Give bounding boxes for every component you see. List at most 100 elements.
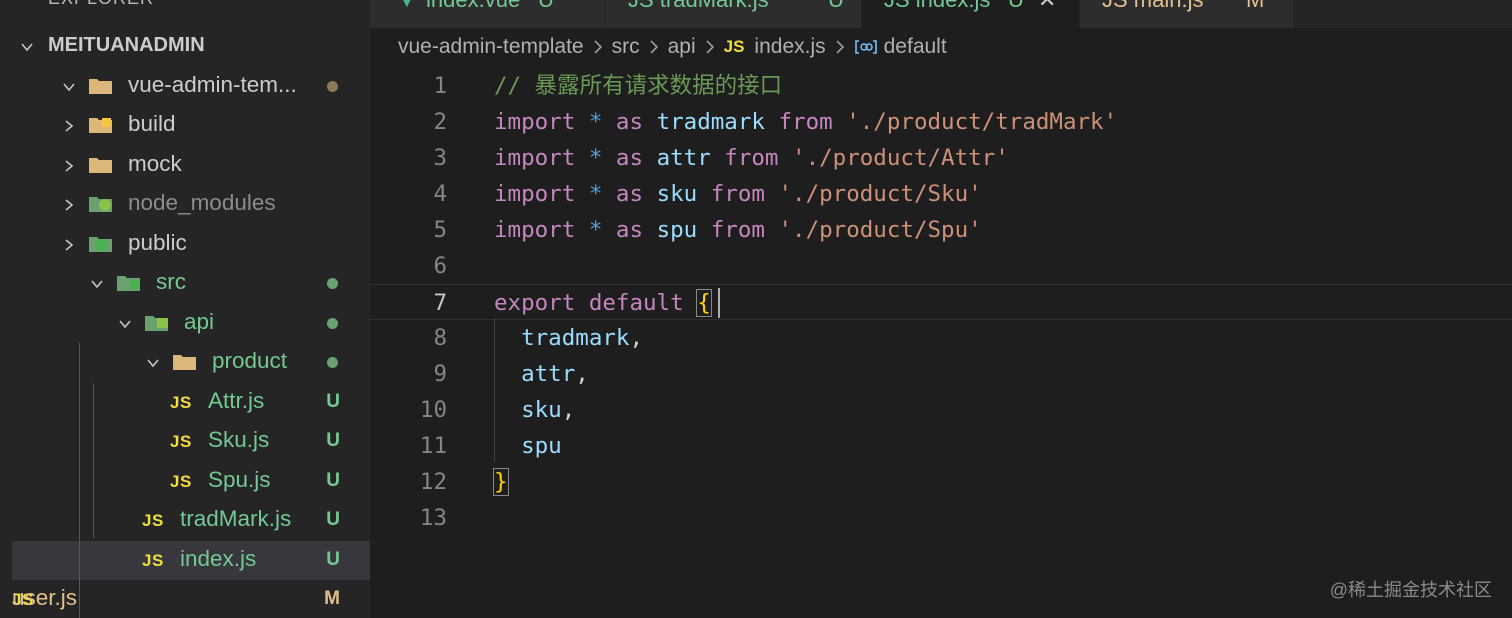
code-editor[interactable]: 1 // 暴露所有请求数据的接口 2 import * as tradmark fro… <box>370 66 1512 618</box>
code-token: spu <box>656 217 698 243</box>
code-text: sku, <box>494 392 575 428</box>
folder-build-icon <box>88 114 114 136</box>
tree-item-mock[interactable]: mock <box>12 146 370 185</box>
chevron-down-icon <box>20 40 34 54</box>
code-token: './product/Spu' <box>778 217 982 243</box>
code-token: from <box>710 217 765 243</box>
chevron-right-icon <box>648 38 660 56</box>
breadcrumb-file[interactable]: index.js <box>754 35 825 59</box>
code-line[interactable]: 7 export default { <box>370 284 1512 320</box>
code-line[interactable]: 3 import * as attr from './product/Attr' <box>370 140 1512 176</box>
code-line[interactable]: 5 import * as spu from './product/Spu' <box>370 212 1512 248</box>
breadcrumb-item[interactable]: src <box>612 35 640 59</box>
tab-index-vue[interactable]: ▼ index.vue U <box>370 0 606 28</box>
tree-item-build[interactable]: build <box>12 106 370 145</box>
chevron-down-icon <box>118 317 132 331</box>
code-token: * <box>588 217 603 243</box>
breadcrumb-item[interactable]: api <box>668 35 696 59</box>
tree-item-src[interactable]: src <box>12 264 370 303</box>
tab-status: M <box>1246 0 1264 13</box>
js-file-icon: JS <box>142 511 164 530</box>
tree-item-label: vue-admin-tem... <box>128 71 297 97</box>
git-status-badge: U <box>326 430 340 451</box>
tree-item-label: Attr.js <box>208 387 265 413</box>
chevron-right-icon <box>62 119 76 133</box>
tree-item-node-modules[interactable]: node_modules <box>12 185 370 224</box>
code-line[interactable]: 4 import * as sku from './product/Sku' <box>370 176 1512 212</box>
code-token: , <box>575 361 589 387</box>
tree-item-label: Spu.js <box>208 466 271 492</box>
code-text: attr, <box>494 356 589 392</box>
code-text: // 暴露所有请求数据的接口 <box>494 68 782 104</box>
tab-status: U <box>1008 0 1024 13</box>
code-line[interactable]: 12} <box>370 464 1512 500</box>
code-token: tradmark <box>521 325 630 351</box>
code-line[interactable]: 10 sku, <box>370 392 1512 428</box>
explorer-header: EXPLORER <box>48 0 154 8</box>
close-icon[interactable]: ✕ <box>1038 0 1056 13</box>
js-file-icon: JS <box>723 37 745 56</box>
tab-index-js[interactable]: JS index.js U ✕ <box>862 0 1080 28</box>
chevron-down-icon <box>62 80 76 94</box>
line-number: 10 <box>419 397 447 423</box>
chevron-right-icon <box>834 38 846 56</box>
tree-item-attr-js[interactable]: JS Attr.js U <box>12 383 370 422</box>
folder-node-icon <box>88 193 114 215</box>
code-token: attr <box>656 145 711 171</box>
code-line[interactable]: 9 attr, <box>370 356 1512 392</box>
code-line[interactable]: 6 <box>370 248 1512 284</box>
tree-item-label: product <box>212 348 288 373</box>
tree-item-label: tradMark.js <box>180 506 292 531</box>
tree-item-index-js[interactable]: JS index.js U <box>12 540 370 580</box>
tree-item-api[interactable]: api <box>12 304 370 343</box>
tree-item-label: api <box>184 308 215 334</box>
tree-item-product[interactable]: product <box>12 343 370 382</box>
code-token: import <box>494 181 576 207</box>
code-text: import * as sku from './product/Sku' <box>494 176 982 212</box>
tree-indent-guide <box>93 383 94 538</box>
changes-dot-icon <box>327 80 338 92</box>
breadcrumb-symbol[interactable]: default <box>884 35 947 59</box>
line-number: 9 <box>433 361 447 387</box>
tree-item-label: Sku.js <box>208 427 270 452</box>
code-line[interactable]: 1 // 暴露所有请求数据的接口 <box>370 68 1512 104</box>
tree-item-vue-admin-tem[interactable]: vue-admin-tem... <box>12 67 370 106</box>
changes-dot-icon <box>327 317 338 329</box>
tab-main-js[interactable]: JS main.js M <box>1080 0 1294 28</box>
chevron-down-icon <box>146 356 160 370</box>
tab-tradmark-js[interactable]: JS tradMark.js U <box>606 0 862 28</box>
code-token: as <box>615 181 644 207</box>
code-text: import * as tradmark from './product/tra… <box>494 104 1117 140</box>
code-line[interactable]: 13 <box>370 500 1512 536</box>
tab-bar: ▼ index.vue U JS tradMark.js U JS index.… <box>370 0 1512 28</box>
line-number: 8 <box>433 325 447 351</box>
code-text: tradmark, <box>494 320 643 356</box>
tree-item-label: public <box>128 229 187 255</box>
tree-item-public[interactable]: public <box>12 225 370 264</box>
code-token: './product/Sku' <box>778 181 982 207</box>
code-line[interactable]: 2 import * as tradmark from './product/tr… <box>370 104 1512 140</box>
tree-item-spu-js[interactable]: JS Spu.js U <box>12 462 370 501</box>
project-root[interactable]: MEITUANADMIN <box>12 27 370 66</box>
vue-icon: ▼ <box>396 0 418 13</box>
tab-status: U <box>538 0 554 13</box>
line-number: 5 <box>433 217 447 243</box>
code-token: attr <box>521 361 576 387</box>
git-status-badge: U <box>326 548 340 570</box>
code-line[interactable]: 8 tradmark, <box>370 320 1512 356</box>
tree-item-user-js[interactable]: JS user.js M <box>12 580 370 618</box>
code-token: // 暴露所有请求数据的接口 <box>494 73 783 99</box>
code-token: './product/tradMark' <box>846 109 1118 135</box>
breadcrumb-item[interactable]: vue-admin-template <box>398 35 584 59</box>
code-text: spu <box>494 428 562 464</box>
changes-dot-icon <box>327 278 338 289</box>
code-line[interactable]: 11 spu <box>370 428 1512 464</box>
tree-item-tradmark-js[interactable]: JS tradMark.js U <box>12 501 370 540</box>
tree-item-sku-js[interactable]: JS Sku.js U <box>12 422 370 461</box>
